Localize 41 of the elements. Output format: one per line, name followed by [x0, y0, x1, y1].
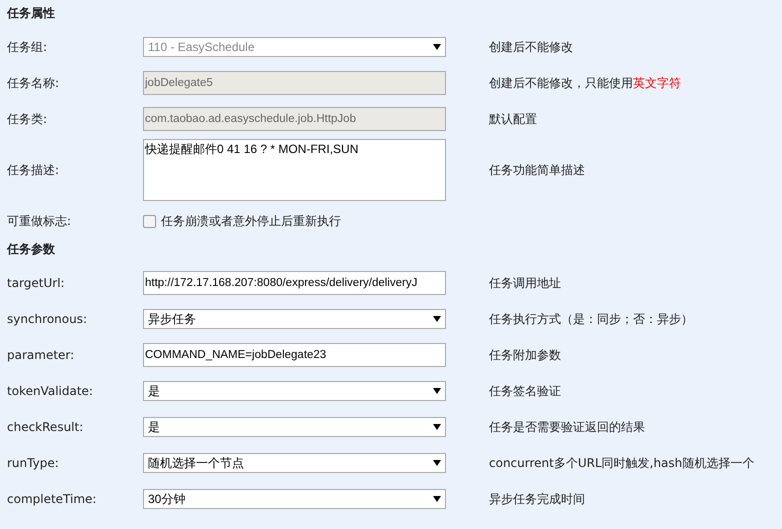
field-label: 任务类:: [7, 110, 48, 128]
caret-icon: [433, 316, 441, 322]
field-label: checkResult:: [7, 420, 84, 434]
field-label: parameter:: [7, 348, 76, 362]
field-hint: concurrent多个URL同时触发,hash随机选择一个: [489, 454, 754, 472]
field-hint: 任务调用地址: [489, 274, 561, 292]
select-field[interactable]: 30分钟: [143, 489, 446, 509]
field-label: 任务组:: [7, 38, 48, 56]
field-hint: 创建后不能修改，只能使用英文字符: [489, 74, 681, 92]
section-title: 任务属性: [7, 5, 56, 22]
field-hint: 异步任务完成时间: [489, 490, 585, 508]
field-label: runType:: [7, 456, 60, 470]
field-label: 任务名称:: [7, 74, 60, 92]
field-label: tokenValidate:: [7, 384, 94, 398]
select-field[interactable]: 是: [143, 381, 446, 401]
field-label: synchronous:: [7, 312, 88, 326]
field-hint: 任务功能简单描述: [489, 162, 585, 178]
field-hint: 任务附加参数: [489, 346, 561, 364]
field-label: 任务描述:: [7, 162, 60, 178]
field-label: completeTime:: [7, 492, 98, 506]
field-hint: 创建后不能修改: [489, 38, 573, 56]
caret-icon: [433, 460, 441, 466]
input-field[interactable]: COMMAND_NAME=jobDelegate23: [143, 343, 446, 367]
field-hint: 任务签名验证: [489, 382, 561, 400]
field-label: targetUrl:: [7, 276, 66, 290]
caret-icon: [433, 496, 441, 502]
caret-icon: [433, 388, 441, 394]
section-title: 任务参数: [7, 241, 56, 258]
caret-icon: [433, 424, 441, 430]
textarea-field[interactable]: 快递提醒邮件0 41 16 ? * MON-FRI,SUN: [143, 139, 446, 201]
input-field[interactable]: http://172.17.168.207:8080/express/delivery/deliveryJ: [143, 271, 446, 295]
field-hint: 任务执行方式（是：同步；否：异步）: [489, 310, 693, 328]
checkbox[interactable]: [143, 214, 156, 228]
field-hint: 任务是否需要验证返回的结果: [489, 418, 645, 436]
select-field[interactable]: 异步任务: [143, 309, 446, 329]
select-field[interactable]: 随机选择一个节点: [143, 453, 446, 473]
checkbox-label[interactable]: 任务崩溃或者意外停止后重新执行: [161, 212, 341, 230]
select-field[interactable]: 是: [143, 417, 446, 437]
caret-icon: [433, 44, 441, 50]
field-label: 可重做标志:: [7, 212, 72, 230]
field-hint: 默认配置: [489, 110, 537, 128]
